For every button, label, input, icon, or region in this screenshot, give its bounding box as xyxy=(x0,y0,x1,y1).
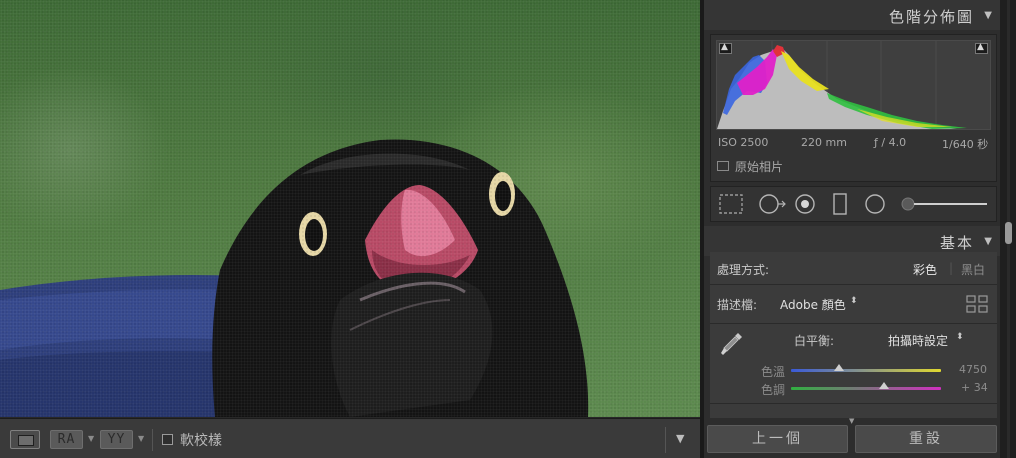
highlight-clipping-indicator[interactable] xyxy=(975,42,988,54)
iso-readout: ISO 2500 xyxy=(718,136,769,149)
original-photo-checkbox[interactable] xyxy=(717,161,729,171)
photo-canvas[interactable] xyxy=(0,0,700,417)
original-photo-label: 原始相片 xyxy=(735,160,784,174)
scrollbar-thumb[interactable] xyxy=(1005,222,1012,244)
shadow-clipping-indicator[interactable] xyxy=(719,42,732,54)
previous-button[interactable]: 上一個 xyxy=(707,425,848,453)
radial-filter-icon[interactable] xyxy=(865,194,885,214)
soft-proofing-checkbox[interactable] xyxy=(162,434,173,445)
temp-slider-track[interactable] xyxy=(791,369,941,372)
histogram-header[interactable]: 色階分佈圖 ▼ xyxy=(704,0,1000,30)
before-after-split-button[interactable]: YY xyxy=(100,430,133,449)
toolbar-divider xyxy=(152,429,153,451)
profile-updown-icon[interactable]: ⬍ xyxy=(850,296,858,306)
white-balance-updown-icon[interactable]: ⬍ xyxy=(956,332,964,342)
temp-value[interactable]: 4750 xyxy=(959,363,987,376)
histogram-title: 色階分佈圖 xyxy=(888,8,974,26)
tint-slider-thumb[interactable] xyxy=(879,382,889,389)
panel-scroll-chevron-down-icon[interactable]: ▼ xyxy=(849,417,854,425)
profile-label: 描述檔: xyxy=(717,298,758,312)
tint-value[interactable]: + 34 xyxy=(961,381,988,394)
before-after-lr-button[interactable]: RA xyxy=(50,430,83,449)
profile-select[interactable]: Adobe 顏色 xyxy=(780,296,846,313)
white-balance-select[interactable]: 拍攝時設定 xyxy=(888,332,948,349)
tool-strip-icons xyxy=(719,193,987,215)
red-eye-icon[interactable] xyxy=(795,194,815,214)
collapse-triangle-icon[interactable]: ▼ xyxy=(984,236,992,247)
histogram-graph[interactable] xyxy=(716,40,991,130)
loupe-view-button[interactable] xyxy=(10,430,40,449)
focal-length-readout: 220 mm xyxy=(801,136,847,149)
before-after-lr-chevron-down-icon[interactable]: ▼ xyxy=(88,434,94,443)
treatment-bw-option[interactable]: 黑白 xyxy=(961,261,985,278)
basic-panel: 處理方式: 彩色 | 黑白 描述檔: Adobe 顏色 ⬍ 白平衡: 拍攝時設定… xyxy=(710,252,997,418)
spot-removal-icon[interactable] xyxy=(759,194,786,214)
row-divider xyxy=(710,284,997,285)
tint-label: 色調 xyxy=(761,383,786,397)
row-divider xyxy=(710,323,997,324)
temp-label: 色溫 xyxy=(761,365,786,379)
histogram-chart xyxy=(717,41,967,129)
graduated-filter-icon[interactable] xyxy=(833,193,847,215)
treatment-divider: | xyxy=(949,261,954,275)
bottom-toolbar: RA ▼ YY ▼ 軟校樣 ▼ xyxy=(0,418,700,458)
white-balance-label: 白平衡: xyxy=(794,334,835,348)
before-after-split-chevron-down-icon[interactable]: ▼ xyxy=(138,434,144,443)
aperture-readout: ƒ / 4.0 xyxy=(874,136,907,149)
row-divider xyxy=(710,403,997,404)
temp-slider-thumb[interactable] xyxy=(834,364,844,371)
histogram-panel: ISO 2500 220 mm ƒ / 4.0 1/640 秒 原始相片 xyxy=(710,34,997,182)
soft-proofing-label: 軟校樣 xyxy=(180,433,222,449)
treatment-color-option[interactable]: 彩色 xyxy=(913,261,937,278)
bird-photo xyxy=(0,139,589,417)
tool-strip xyxy=(710,186,997,222)
develop-right-panel: 色階分佈圖 ▼ ▲ ▲ ISO 2500 220 mm ƒ / 4.0 1/64… xyxy=(704,0,1000,458)
basic-title: 基本 xyxy=(939,234,974,252)
white-balance-eyedropper-icon[interactable] xyxy=(720,330,744,364)
treatment-label: 處理方式: xyxy=(717,263,770,277)
collapse-triangle-icon[interactable]: ▼ xyxy=(984,10,992,21)
shutter-readout: 1/640 秒 xyxy=(942,138,989,151)
profile-browser-grid-icon[interactable] xyxy=(966,295,988,313)
tint-slider-track[interactable] xyxy=(791,387,941,390)
crop-overlay-icon[interactable] xyxy=(719,194,743,214)
toolbar-divider xyxy=(665,427,666,453)
reset-button[interactable]: 重設 xyxy=(855,425,997,453)
adjustment-brush-icon[interactable] xyxy=(901,197,987,211)
toolbar-menu-chevron-down-icon[interactable]: ▼ xyxy=(676,432,684,445)
